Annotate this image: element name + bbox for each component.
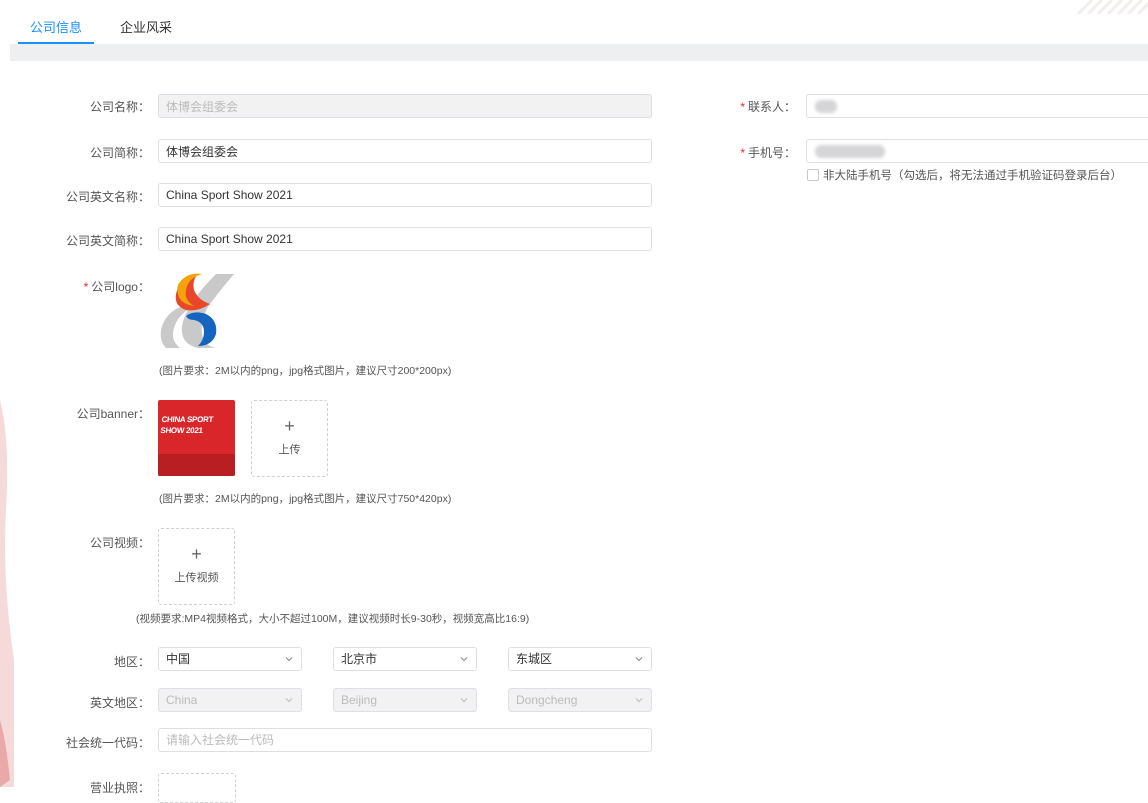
company-logo-label-text: 公司logo：: [91, 280, 150, 294]
banner-upload-button[interactable]: + 上传: [251, 400, 328, 477]
non-mainland-checkbox[interactable]: [807, 169, 819, 181]
company-short-label: 公司简称：: [89, 146, 150, 160]
chevron-down-icon: [635, 657, 643, 662]
chevron-down-icon: [460, 657, 468, 662]
chevron-down-icon: [635, 698, 643, 703]
plus-icon: +: [284, 416, 295, 436]
company-video-label: 公司视频：: [89, 536, 150, 550]
video-hint: (视频要求:MP4视频格式，大小不超过100M，建议视频时长9-30秒，视频宽高…: [136, 613, 530, 625]
en-region-city-select[interactable]: Beijing: [333, 688, 477, 712]
company-en-name-label: 公司英文名称：: [65, 190, 150, 204]
credit-code-label: 社会统一代码：: [65, 736, 150, 750]
en-region-city-value: Beijing: [341, 693, 378, 707]
tab-company-style[interactable]: 企业风采: [108, 0, 184, 44]
tab-company-info[interactable]: 公司信息: [18, 0, 95, 44]
company-logo-image[interactable]: [158, 270, 238, 350]
business-license-label: 营业执照：: [89, 781, 150, 795]
company-banner-label: 公司banner：: [76, 407, 150, 421]
license-upload-button[interactable]: [158, 773, 236, 803]
company-name-input[interactable]: [158, 94, 652, 118]
en-region-country-select[interactable]: China: [158, 688, 302, 712]
banner-upload-label: 上传: [278, 444, 301, 456]
en-region-district-value: Dongcheng: [516, 693, 578, 707]
region-district-value: 东城区: [516, 652, 553, 666]
region-country-select[interactable]: 中国: [158, 647, 302, 671]
header-band: [10, 44, 1148, 61]
tab-bar: 公司信息 企业风采: [18, 0, 198, 44]
credit-code-input[interactable]: [158, 728, 652, 752]
decorative-swoosh: [0, 400, 14, 787]
en-region-country-value: China: [166, 693, 198, 707]
logo-hint: (图片要求：2M以内的png，jpg格式图片，建议尺寸200*200px): [159, 365, 452, 377]
video-upload-label: 上传视频: [174, 572, 219, 584]
video-upload-button[interactable]: + 上传视频: [158, 528, 235, 605]
contact-label-text: 联系人：: [747, 100, 796, 114]
banner-hint: (图片要求：2M以内的png，jpg格式图片，建议尺寸750*420px): [159, 493, 452, 505]
phone-label: * 手机号：: [656, 144, 796, 161]
required-mark: *: [83, 280, 89, 294]
redacted-phone-value: [815, 145, 885, 158]
company-en-short-input[interactable]: [158, 227, 652, 251]
company-en-short-label: 公司英文简称：: [65, 234, 150, 248]
non-mainland-label[interactable]: 非大陆手机号（勾选后，将无法通过手机验证码登录后台）: [823, 167, 1122, 183]
region-label: 地区：: [113, 655, 150, 669]
company-short-input[interactable]: [158, 139, 652, 163]
chevron-down-icon: [460, 698, 468, 703]
required-mark: *: [740, 146, 745, 160]
company-en-name-input[interactable]: [158, 183, 652, 207]
redacted-contact-value: [815, 100, 837, 113]
decorative-stripes: [1076, 0, 1148, 14]
banner-skyline: [158, 454, 235, 476]
banner-image[interactable]: CHINA SPORT SHOW 2021: [158, 400, 235, 476]
required-mark: *: [740, 100, 745, 114]
chevron-down-icon: [285, 657, 293, 662]
contact-label: * 联系人：: [656, 98, 796, 115]
chevron-down-icon: [285, 698, 293, 703]
phone-input[interactable]: [806, 139, 1148, 163]
banner-image-text: CHINA SPORT SHOW 2021: [159, 415, 214, 435]
region-city-value: 北京市: [341, 652, 378, 666]
region-city-select[interactable]: 北京市: [333, 647, 477, 671]
en-region-district-select[interactable]: Dongcheng: [508, 688, 652, 712]
contact-input[interactable]: [806, 94, 1148, 118]
phone-label-text: 手机号：: [747, 146, 796, 160]
company-logo-label: * 公司logo：: [10, 278, 150, 295]
region-district-select[interactable]: 东城区: [508, 647, 652, 671]
region-country-value: 中国: [166, 652, 191, 666]
en-region-label: 英文地区：: [89, 696, 150, 710]
company-name-label: 公司名称：: [89, 100, 150, 114]
plus-icon: +: [191, 544, 202, 564]
